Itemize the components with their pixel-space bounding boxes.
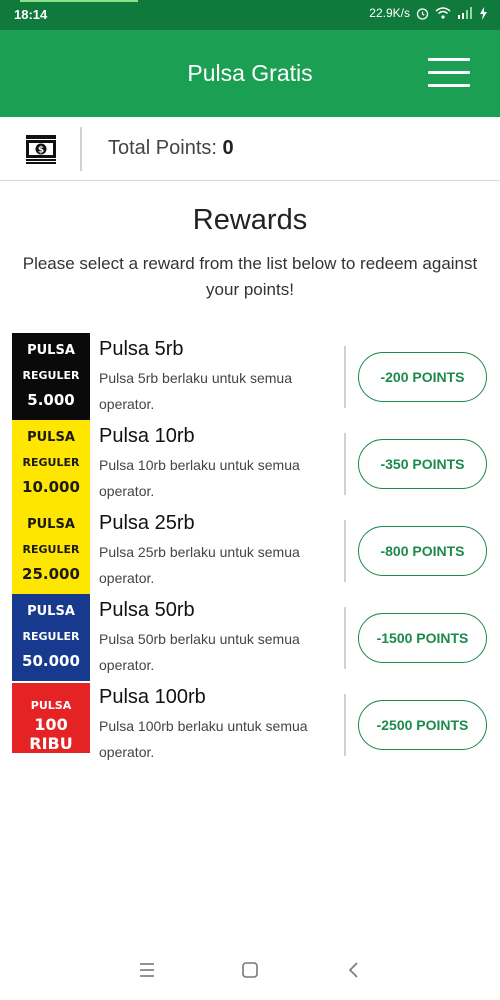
status-bar: 18:14 22.9K/s bbox=[0, 0, 500, 30]
thumb-line1: PULSA bbox=[27, 517, 75, 532]
reward-name: Pulsa 5rb bbox=[99, 338, 184, 360]
signal-icon bbox=[458, 7, 472, 19]
thumb-line1: PULSA bbox=[27, 343, 75, 358]
total-points: Total Points: 0 bbox=[108, 137, 234, 160]
reward-thumbnail: PULSA REGULER 5.000 bbox=[12, 333, 90, 420]
thumb-line1: PULSA bbox=[30, 699, 72, 712]
home-icon[interactable] bbox=[238, 958, 262, 982]
svg-text:$: $ bbox=[38, 146, 44, 156]
reward-item: PULSA REGULER 25.000 Pulsa 25rb Pulsa 25… bbox=[0, 507, 500, 594]
network-speed: 22.9K/s bbox=[369, 6, 410, 20]
redeem-button[interactable]: -200 POINTS bbox=[358, 352, 487, 402]
total-points-value: 0 bbox=[222, 137, 234, 159]
reward-name: Pulsa 50rb bbox=[99, 599, 195, 621]
reward-description: Pulsa 10rb berlaku untuk semua operator. bbox=[99, 457, 300, 499]
reward-name: Pulsa 10rb bbox=[99, 425, 195, 447]
reward-item: PULSA REGULER 50.000 Pulsa 50rb Pulsa 50… bbox=[0, 594, 500, 681]
status-time: 18:14 bbox=[14, 7, 48, 22]
system-nav-bar bbox=[0, 940, 500, 1000]
thumb-line3: 50.000 bbox=[22, 652, 80, 670]
reward-item: PULSA REGULER 10.000 Pulsa 10rb Pulsa 10… bbox=[0, 420, 500, 507]
money-stack-icon: $ bbox=[26, 135, 56, 164]
thumb-line2: 100 RIBU bbox=[29, 715, 73, 753]
reward-list: PULSA REGULER 5.000 Pulsa 5rb Pulsa 5rb … bbox=[0, 333, 500, 768]
points-divider bbox=[80, 127, 82, 171]
thumb-line3: 25.000 bbox=[22, 565, 80, 583]
thumb-line2: REGULER bbox=[22, 369, 80, 382]
row-divider bbox=[344, 520, 346, 582]
row-divider bbox=[344, 346, 346, 408]
redeem-button[interactable]: -2500 POINTS bbox=[358, 700, 487, 750]
reward-thumbnail: PULSA REGULER 25.000 bbox=[12, 507, 90, 594]
recents-icon[interactable] bbox=[135, 958, 159, 982]
reward-description: Pulsa 25rb berlaku untuk semua operator. bbox=[99, 544, 300, 586]
reward-description: Pulsa 5rb berlaku untuk semua operator. bbox=[99, 370, 292, 412]
reward-item: PULSA REGULER 5.000 Pulsa 5rb Pulsa 5rb … bbox=[0, 333, 500, 420]
row-divider bbox=[344, 607, 346, 669]
thumb-line2: REGULER bbox=[22, 456, 80, 469]
app-title: Pulsa Gratis bbox=[187, 60, 313, 86]
thumb-line2: REGULER bbox=[22, 630, 80, 643]
reward-thumbnail: PULSA REGULER 50.000 bbox=[12, 594, 90, 681]
redeem-button[interactable]: -350 POINTS bbox=[358, 439, 487, 489]
thumb-line3: 5.000 bbox=[27, 391, 75, 409]
redeem-button[interactable]: -1500 POINTS bbox=[358, 613, 487, 663]
points-bar: $ Total Points: 0 bbox=[0, 117, 500, 181]
status-indicator-line bbox=[20, 0, 138, 2]
reward-name: Pulsa 100rb bbox=[99, 686, 206, 708]
thumb-line1: PULSA bbox=[27, 430, 75, 445]
charging-icon bbox=[480, 6, 487, 20]
row-divider bbox=[344, 694, 346, 756]
back-icon[interactable] bbox=[342, 958, 366, 982]
reward-thumbnail: PULSA 100 RIBU bbox=[12, 683, 90, 753]
reward-name: Pulsa 25rb bbox=[99, 512, 195, 534]
thumb-line3: 10.000 bbox=[22, 478, 80, 496]
total-points-label: Total Points: bbox=[108, 137, 223, 159]
alarm-icon bbox=[416, 7, 429, 20]
reward-description: Pulsa 50rb berlaku untuk semua operator. bbox=[99, 631, 300, 673]
wifi-icon bbox=[435, 7, 451, 19]
reward-item: PULSA 100 RIBU Pulsa 100rb Pulsa 100rb b… bbox=[0, 681, 500, 768]
redeem-button[interactable]: -800 POINTS bbox=[358, 526, 487, 576]
status-icons: 22.9K/s bbox=[369, 6, 488, 20]
hamburger-menu-icon[interactable] bbox=[428, 58, 470, 90]
reward-description: Pulsa 100rb berlaku untuk semua operator… bbox=[99, 718, 308, 760]
rewards-description: Please select a reward from the list bel… bbox=[22, 254, 478, 299]
thumb-line1: PULSA bbox=[27, 604, 75, 619]
thumb-line2: REGULER bbox=[22, 543, 80, 556]
reward-thumbnail: PULSA REGULER 10.000 bbox=[12, 420, 90, 507]
rewards-title: Rewards bbox=[192, 204, 308, 236]
row-divider bbox=[344, 433, 346, 495]
app-bar: Pulsa Gratis bbox=[0, 30, 500, 117]
